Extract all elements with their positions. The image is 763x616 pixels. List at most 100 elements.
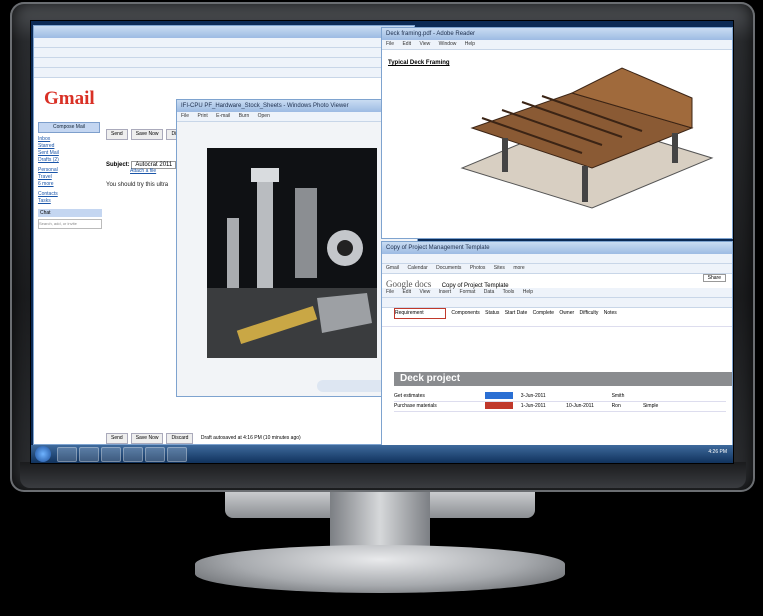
chat-search-input[interactable]: Search, add, or invite xyxy=(38,219,102,229)
header-requirement: Requirement xyxy=(394,308,446,319)
subject-label: Subject: xyxy=(106,162,130,168)
taskbar-app-icon[interactable] xyxy=(167,447,187,462)
sheet-menu-edit[interactable]: Edit xyxy=(402,289,411,295)
header-notes: Notes xyxy=(603,310,617,316)
sheet-menubar: File Edit View Insert Format Data Tools … xyxy=(382,288,732,298)
taskbar-photo-icon[interactable] xyxy=(123,447,143,462)
sidebar-item-travel[interactable]: Travel xyxy=(38,174,102,181)
header-difficulty: Difficulty xyxy=(579,310,599,316)
send-button[interactable]: Send xyxy=(106,129,128,140)
viewer-menu-open[interactable]: Open xyxy=(258,113,270,119)
sidebar-item-personal[interactable]: Personal xyxy=(38,167,102,174)
viewer-menu-email[interactable]: E-mail xyxy=(216,113,230,119)
sheet-menu-view[interactable]: View xyxy=(419,289,430,295)
header-components: Components xyxy=(451,310,480,316)
taskbar-pdf-icon[interactable] xyxy=(145,447,165,462)
viewer-menu-burn[interactable]: Burn xyxy=(239,113,250,119)
sheet-toolbar[interactable] xyxy=(382,298,732,308)
monitor-neck xyxy=(330,492,430,552)
autosave-status: Draft autosaved at 4:16 PM (10 minutes a… xyxy=(200,435,301,441)
gmail-google-bar xyxy=(34,68,414,78)
header-start-date: Start Date xyxy=(504,310,528,316)
taskbar-media-icon[interactable] xyxy=(101,447,121,462)
gmail-sidebar: Compose Mail Inbox Starred Sent Mail Dra… xyxy=(38,122,102,442)
table-row[interactable]: Get estimates 3-Jun-2011 Smith xyxy=(394,392,726,402)
sheet-menu-file[interactable]: File xyxy=(386,289,394,295)
sheet-google-nav: Gmail Calendar Documents Photos Sites mo… xyxy=(382,264,732,274)
taskbar-ie-icon[interactable] xyxy=(57,447,77,462)
cell-requirement[interactable]: Get estimates xyxy=(394,392,484,401)
viewer-menu-print[interactable]: Print xyxy=(197,113,207,119)
gmail-tabs-bar xyxy=(34,58,414,68)
sheet-menu-data[interactable]: Data xyxy=(484,289,495,295)
sheet-titlebar: Copy of Project Management Template xyxy=(382,242,732,254)
deck-titlebar: Deck framing.pdf - Adobe Reader xyxy=(382,28,732,40)
sidebar-item-drafts[interactable]: Drafts (2) xyxy=(38,157,102,164)
monitor-bezel-bottom xyxy=(20,462,746,488)
sheet-menu-insert[interactable]: Insert xyxy=(439,289,452,295)
gmail-logo[interactable]: Gmail xyxy=(44,88,95,110)
cell-start-date[interactable]: 3-Jun-2011 xyxy=(521,392,565,401)
deck-menu-help[interactable]: Help xyxy=(465,41,475,47)
deck-menu-view[interactable]: View xyxy=(419,41,430,47)
taskbar: 4:26 PM xyxy=(31,445,733,463)
hardware-photo xyxy=(207,148,377,358)
screen: Gmail Compose Mail Inbox Starred Sent Ma… xyxy=(30,20,734,464)
deck-menubar: File Edit View Window Help xyxy=(382,40,732,50)
gmail-favorites-bar xyxy=(34,48,414,58)
sidebar-item-more[interactable]: 6 more xyxy=(38,181,102,188)
nav-more[interactable]: more xyxy=(513,265,524,271)
send-button-bottom[interactable]: Send xyxy=(106,433,128,444)
discard-button-bottom[interactable]: Discard xyxy=(166,433,194,444)
sidebar-item-tasks[interactable]: Tasks xyxy=(38,198,102,205)
deck-pdf-window[interactable]: Deck framing.pdf - Adobe Reader File Edi… xyxy=(381,27,733,239)
hardware-photo-graphic xyxy=(207,168,377,358)
deck-framing-drawing xyxy=(460,67,714,209)
header-owner: Owner xyxy=(559,310,575,316)
nav-gmail[interactable]: Gmail xyxy=(386,265,399,271)
chat-header: Chat xyxy=(38,209,102,217)
deck-drawing-title: Typical Deck Framing xyxy=(388,60,450,66)
cell-owner[interactable]: Ron xyxy=(612,402,642,411)
status-cell[interactable] xyxy=(485,392,514,400)
sheet-menu-format[interactable]: Format xyxy=(460,289,476,295)
deck-menu-edit[interactable]: Edit xyxy=(402,41,411,47)
save-now-button[interactable]: Save Now xyxy=(130,129,164,140)
nav-sites[interactable]: Sites xyxy=(494,265,505,271)
compose-button[interactable]: Compose Mail xyxy=(38,122,100,133)
header-status: Status xyxy=(485,310,500,316)
sidebar-item-starred[interactable]: Starred xyxy=(38,143,102,150)
spreadsheet-window[interactable]: Copy of Project Management Template Gmai… xyxy=(381,241,733,449)
sheet-header-row: Requirement Components Status Start Date… xyxy=(382,308,732,327)
gmail-titlebar xyxy=(34,26,414,38)
clock[interactable]: 4:26 PM xyxy=(708,449,727,455)
sidebar-item-contacts[interactable]: Contacts xyxy=(38,191,102,198)
share-button[interactable]: Share xyxy=(702,274,726,282)
table-row[interactable]: Purchase materials 1-Jun-2011 10-Jun-201… xyxy=(394,402,726,412)
cell-difficulty[interactable]: Simple xyxy=(643,403,658,409)
taskbar-explorer-icon[interactable] xyxy=(79,447,99,462)
sheet-browser-menubar xyxy=(382,254,732,264)
project-title-cell[interactable]: Deck project xyxy=(394,372,732,386)
sidebar-item-sent[interactable]: Sent Mail xyxy=(38,150,102,157)
save-now-button-bottom[interactable]: Save Now xyxy=(130,433,164,444)
cell-start-date[interactable]: 1-Jun-2011 xyxy=(521,402,565,411)
deck-menu-file[interactable]: File xyxy=(386,41,394,47)
gmail-menubar xyxy=(34,38,414,48)
viewer-menu-file[interactable]: File xyxy=(181,113,189,119)
sheet-menu-help[interactable]: Help xyxy=(523,289,533,295)
nav-calendar[interactable]: Calendar xyxy=(407,265,427,271)
start-button-icon[interactable] xyxy=(35,446,51,462)
sidebar-item-inbox[interactable]: Inbox xyxy=(38,136,102,143)
deck-menu-window[interactable]: Window xyxy=(439,41,457,47)
nav-photos[interactable]: Photos xyxy=(470,265,486,271)
status-cell[interactable] xyxy=(485,402,514,410)
sheet-data-rows: Get estimates 3-Jun-2011 Smith Purchase … xyxy=(394,392,726,412)
cell-owner[interactable]: Smith xyxy=(612,393,625,399)
sheet-menu-tools[interactable]: Tools xyxy=(503,289,515,295)
cell-complete[interactable]: 10-Jun-2011 xyxy=(566,402,610,411)
monitor-base xyxy=(195,545,565,593)
cell-requirement[interactable]: Purchase materials xyxy=(394,402,484,411)
nav-documents[interactable]: Documents xyxy=(436,265,461,271)
header-complete: Complete xyxy=(532,310,555,316)
